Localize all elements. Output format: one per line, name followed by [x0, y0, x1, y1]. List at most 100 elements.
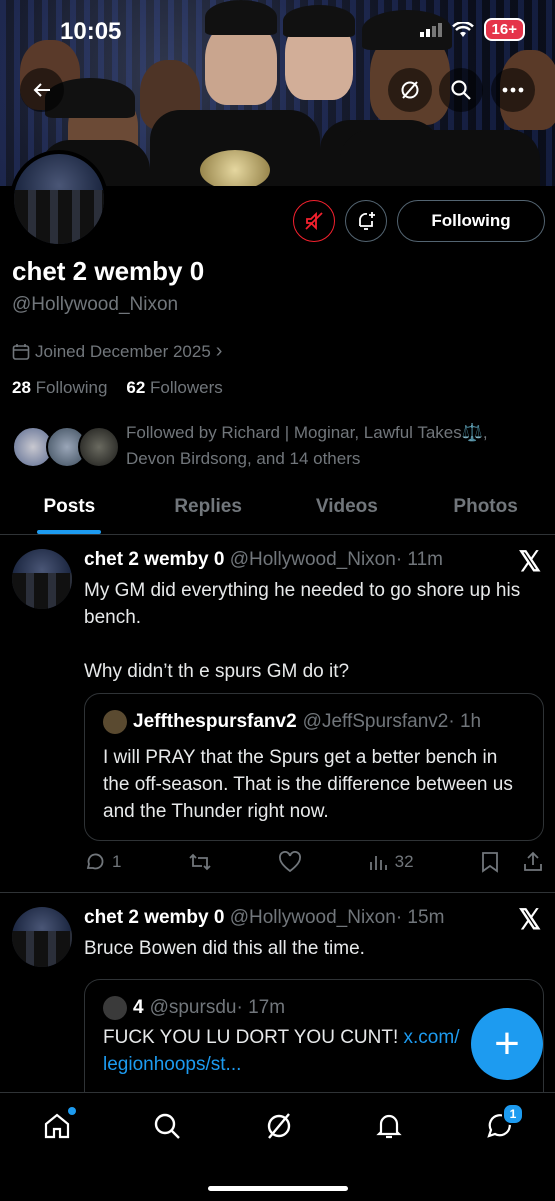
following-label: Following: [35, 378, 108, 397]
profile-handle: @Hollywood_Nixon: [12, 294, 179, 315]
nav-home[interactable]: [40, 1107, 76, 1143]
like-button[interactable]: [278, 851, 302, 873]
quote-header: Jeffthespursfanv2 @JeffSpursfanv2 · 1h: [103, 710, 481, 734]
followers-count: 62: [126, 378, 146, 397]
quote-time: · 17m: [236, 997, 286, 1018]
share-icon[interactable]: [522, 851, 544, 873]
tab-label: Posts: [43, 496, 96, 517]
home-indicator: [207, 1186, 348, 1191]
active-tab-indicator: [37, 530, 102, 534]
quote-text-body: FUCK YOU LU DORT YOU CUNT!: [103, 1027, 404, 1048]
quote-header: 4 @spursdu · 17m: [103, 996, 285, 1020]
x-logo-icon: 𝕏: [518, 546, 541, 577]
bookmark-icon[interactable]: [480, 851, 500, 873]
calendar-icon: [12, 343, 30, 360]
status-time: 10:05: [60, 18, 122, 45]
bell-plus-icon: [359, 212, 375, 230]
post-author-name[interactable]: chet 2 wemby 0: [84, 907, 224, 928]
wifi-icon: [451, 21, 474, 37]
post-header: chet 2 wemby 0 @Hollywood_Nixon· 11m: [84, 549, 443, 571]
tab-replies[interactable]: Replies: [139, 486, 278, 534]
search-icon: [154, 1113, 180, 1139]
grok-icon: [401, 81, 419, 99]
follower-avatar: [78, 426, 120, 468]
joined-date[interactable]: Joined December 2025 ›: [12, 340, 222, 363]
search-icon: [451, 80, 471, 100]
grok-icon: [267, 1113, 291, 1139]
nav-notifications[interactable]: [372, 1109, 406, 1143]
trophy-image: [200, 150, 270, 186]
quote-link-continued[interactable]: legionhoops/st...: [103, 1054, 241, 1075]
back-button[interactable]: [20, 68, 64, 112]
quote-text: I will PRAY that the Spurs get a better …: [103, 747, 513, 822]
post-header: chet 2 wemby 0 @Hollywood_Nixon· 15m: [84, 907, 444, 929]
x-logo-icon: 𝕏: [518, 904, 541, 935]
profile-display-name: chet 2 wemby 0: [12, 256, 205, 286]
post-author-handle[interactable]: @Hollywood_Nixon: [230, 549, 396, 570]
avatar-image: [14, 190, 104, 244]
search-button[interactable]: [439, 68, 483, 112]
chevron-right-icon: ›: [215, 340, 223, 362]
nav-messages[interactable]: 1: [482, 1103, 524, 1143]
tab-label: Photos: [453, 496, 518, 517]
banner-figure: [205, 0, 277, 35]
followers-count-link[interactable]: 62 Followers: [126, 378, 222, 397]
views-button[interactable]: 32: [369, 852, 414, 872]
avatar-image: [12, 931, 72, 967]
muted-button[interactable]: [293, 200, 335, 242]
post-item[interactable]: chet 2 wemby 0 @Hollywood_Nixon· 11m 𝕏 M…: [0, 535, 555, 891]
follow-counts: 28 Following 62 Followers: [12, 378, 223, 398]
followers-label: Followers: [150, 378, 223, 397]
signal-icon: [419, 22, 442, 37]
analytics-icon: [369, 856, 387, 870]
following-count: 28: [12, 378, 31, 397]
tab-label: Videos: [315, 496, 378, 517]
post-text: Bruce Bowen did this all the time.: [84, 938, 365, 959]
grok-button[interactable]: [388, 68, 432, 112]
heart-icon: [279, 851, 302, 873]
banner-figure: [283, 5, 355, 37]
quote-author-handle: @spursdu: [149, 997, 237, 1018]
nav-grok[interactable]: [262, 1109, 296, 1143]
tab-label: Replies: [174, 496, 242, 517]
following-button[interactable]: Following: [397, 200, 545, 242]
following-count-link[interactable]: 28 Following: [12, 378, 107, 397]
avatar-image: [12, 573, 72, 609]
profile-avatar[interactable]: [10, 150, 108, 248]
tab-videos[interactable]: Videos: [278, 486, 417, 534]
post-avatar[interactable]: [12, 549, 72, 609]
repost-button[interactable]: [188, 852, 212, 872]
post-time: · 15m: [395, 907, 445, 928]
quote-text: FUCK YOU LU DORT YOU CUNT! x.com/legionh…: [103, 1024, 523, 1078]
tab-photos[interactable]: Photos: [416, 486, 555, 534]
post-actions-right: [480, 851, 544, 873]
more-button[interactable]: [491, 68, 535, 112]
quote-link[interactable]: x.com/: [404, 1027, 460, 1048]
post-author-handle[interactable]: @Hollywood_Nixon: [230, 907, 396, 928]
joined-text: Joined December 2025: [35, 341, 211, 361]
nav-search[interactable]: [150, 1109, 184, 1143]
battery-indicator: 16+: [483, 18, 525, 41]
back-arrow-icon: [33, 83, 50, 97]
messages-badge: 1: [502, 1103, 524, 1125]
tab-posts[interactable]: Posts: [0, 486, 139, 534]
repost-icon: [189, 853, 211, 871]
banner-figure: [340, 130, 540, 186]
quoted-post[interactable]: Jeffthespursfanv2 @JeffSpursfanv2 · 1h I …: [84, 693, 544, 841]
home-icon: [44, 1113, 70, 1139]
reply-button[interactable]: 1: [84, 851, 121, 873]
followed-by-text[interactable]: Followed by Richard | Moginar, Lawful Ta…: [126, 420, 536, 472]
notify-button[interactable]: [345, 200, 387, 242]
post-text: My GM did everything he needed to go sho…: [84, 580, 521, 682]
quote-time: · 1h: [448, 711, 482, 732]
post-item[interactable]: chet 2 wemby 0 @Hollywood_Nixon· 15m 𝕏 B…: [0, 893, 555, 1094]
reply-icon: [86, 853, 104, 870]
compose-button[interactable]: +: [471, 1008, 543, 1080]
quote-author-handle: @JeffSpursfanv2: [302, 711, 449, 732]
view-count: 32: [394, 852, 414, 871]
more-icon: [502, 87, 524, 93]
reply-count: 1: [112, 852, 122, 871]
post-author-name[interactable]: chet 2 wemby 0: [84, 549, 224, 570]
status-icons: 16+: [419, 18, 525, 41]
post-avatar[interactable]: [12, 907, 72, 967]
